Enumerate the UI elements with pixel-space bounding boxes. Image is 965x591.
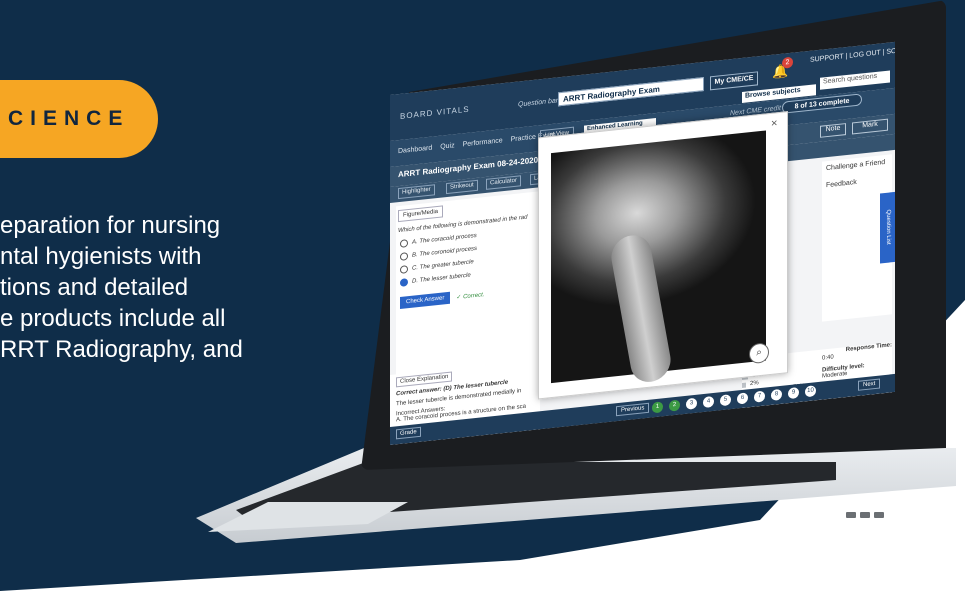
tab-dashboard[interactable]: Dashboard xyxy=(398,145,432,156)
correct-indicator: ✓ Correct. xyxy=(456,291,485,301)
app-logo[interactable]: BOARD VITALS xyxy=(400,105,470,121)
page-dot[interactable]: 10 xyxy=(805,385,816,398)
tab-performance[interactable]: Performance xyxy=(463,137,503,148)
calculator-button[interactable]: Calculator xyxy=(486,175,522,190)
radio-button[interactable] xyxy=(400,252,408,261)
close-icon[interactable]: × xyxy=(771,117,777,130)
usb-port-icon xyxy=(874,512,884,518)
page-dot[interactable]: 4 xyxy=(703,395,714,409)
tab-quiz[interactable]: Quiz xyxy=(440,142,454,151)
close-explanation-button[interactable]: Close Explanation xyxy=(396,371,453,388)
notification-badge: 2 xyxy=(782,56,793,69)
page-dot[interactable]: 7 xyxy=(754,390,765,403)
page-dot[interactable]: 5 xyxy=(720,394,731,407)
radio-button[interactable] xyxy=(400,239,408,248)
feedback-link[interactable]: Feedback xyxy=(826,176,888,189)
page-dot[interactable]: 1 xyxy=(652,401,663,414)
image-modal: × ⌕ xyxy=(538,111,788,400)
answer-option-label: A. The coracoid process xyxy=(412,232,477,246)
page-dot[interactable]: 3 xyxy=(686,397,697,410)
page-dot[interactable]: 9 xyxy=(788,387,799,400)
previous-button[interactable]: Previous xyxy=(616,402,650,417)
strikeout-button[interactable]: Strikeout xyxy=(446,179,478,195)
humerus-shape xyxy=(608,230,674,387)
check-answer-button[interactable]: Check Answer xyxy=(400,291,451,309)
comparison-percent: 2% xyxy=(750,380,759,388)
question-list-tab[interactable]: Question List xyxy=(880,191,895,264)
account-links[interactable]: SUPPORT | LOG OUT | SOFIA xyxy=(810,47,895,64)
answer-option-label: B. The coronoid process xyxy=(412,245,478,259)
challenge-friend-link[interactable]: Challenge a Friend xyxy=(826,159,888,172)
usb-port-icon xyxy=(846,512,856,518)
radio-button[interactable] xyxy=(400,265,408,274)
page-dot[interactable]: 6 xyxy=(737,392,748,405)
next-button[interactable]: Next xyxy=(858,378,881,391)
page-dot[interactable]: 8 xyxy=(771,388,782,401)
question-bank-select[interactable]: ARRT Radiography Exam xyxy=(558,76,704,107)
check-answer-row: Check Answer ✓ Correct. xyxy=(396,282,546,310)
highlighter-button[interactable]: Highlighter xyxy=(398,184,435,200)
grade-button[interactable]: Grade xyxy=(396,426,421,440)
laptop-ports xyxy=(846,512,884,518)
laptop: BOARD VITALS Question bank: ARRT Radiogr… xyxy=(0,0,965,591)
answer-option-label: D. The lesser tubercle xyxy=(412,272,471,285)
answer-option-label: C. The greater tubercle xyxy=(412,259,474,272)
radio-button-selected[interactable] xyxy=(400,278,408,287)
comparison-bar xyxy=(742,382,746,388)
zoom-icon[interactable]: ⌕ xyxy=(749,342,769,365)
xray-image xyxy=(551,130,766,387)
laptop-screen: BOARD VITALS Question bank: ARRT Radiogr… xyxy=(390,2,895,445)
correct-label: Correct. xyxy=(463,291,485,300)
app-window: BOARD VITALS Question bank: ARRT Radiogr… xyxy=(390,41,895,445)
page-dot[interactable]: 2 xyxy=(669,399,680,412)
figure-media-button[interactable]: Figure/Media xyxy=(398,205,444,223)
my-cme-button[interactable]: My CME/CE xyxy=(710,71,758,91)
usb-port-icon xyxy=(860,512,870,518)
search-input[interactable]: Search questions xyxy=(820,70,890,90)
